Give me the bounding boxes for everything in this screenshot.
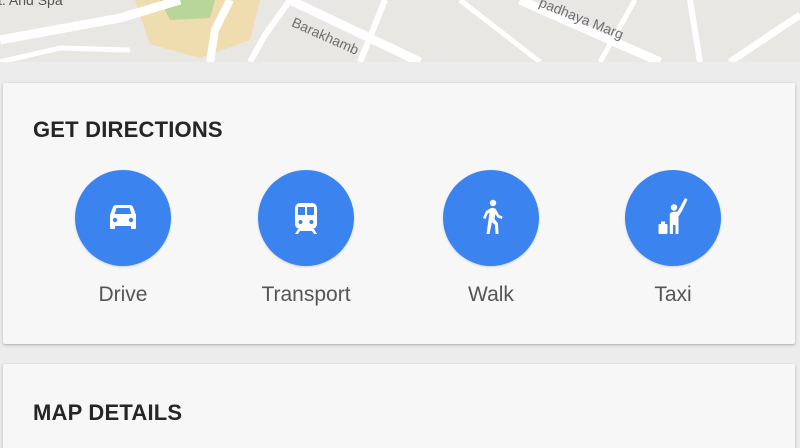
map-place-label: t. And Spa xyxy=(0,0,63,8)
train-icon xyxy=(295,203,317,234)
walk-circle[interactable] xyxy=(443,170,539,266)
taxi-circle[interactable] xyxy=(625,170,721,266)
map-details-card: MAP DETAILS xyxy=(3,364,795,448)
drive-button[interactable]: Drive xyxy=(53,170,193,320)
walk-button[interactable]: Walk xyxy=(421,170,561,320)
car-icon xyxy=(110,205,136,229)
taxi-button[interactable]: Taxi xyxy=(603,170,743,320)
direction-options: Drive Transport Walk Taxi xyxy=(3,170,795,320)
hail-taxi-icon xyxy=(658,198,688,234)
page: t. And Spa Barakhamb padhaya Marg GET DI… xyxy=(0,0,800,448)
walking-person-icon xyxy=(483,199,503,234)
transport-button[interactable]: Transport xyxy=(236,170,376,320)
taxi-label: Taxi xyxy=(654,283,692,306)
transport-circle[interactable] xyxy=(258,170,354,266)
get-directions-card: GET DIRECTIONS Drive Transport Walk Taxi xyxy=(3,83,795,344)
map-details-title: MAP DETAILS xyxy=(33,400,183,425)
transport-label: Transport xyxy=(261,283,351,306)
map-roads xyxy=(0,0,800,62)
get-directions-title: GET DIRECTIONS xyxy=(33,117,223,142)
map-view[interactable]: t. And Spa Barakhamb padhaya Marg xyxy=(0,0,800,62)
drive-label: Drive xyxy=(98,283,148,306)
walk-label: Walk xyxy=(468,283,514,306)
drive-circle[interactable] xyxy=(75,170,171,266)
